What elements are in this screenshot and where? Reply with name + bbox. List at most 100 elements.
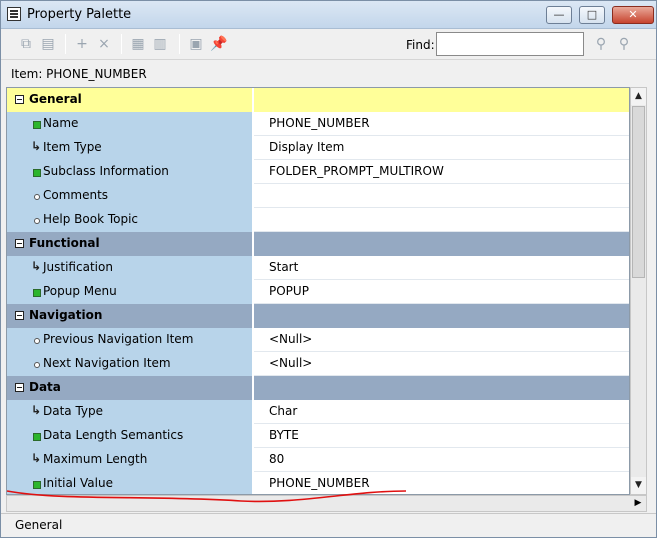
collapse-toggle-icon[interactable] [15, 383, 24, 392]
property-group-row[interactable]: Functional [7, 232, 629, 256]
union-icon[interactable]: ▦ [129, 36, 147, 52]
default-property-icon [31, 359, 41, 369]
changed-property-icon [31, 119, 41, 129]
group-name-cell[interactable]: Navigation [7, 304, 253, 328]
delete-property-icon[interactable]: × [95, 36, 113, 52]
property-value-cell[interactable] [254, 184, 629, 208]
scroll-up-arrow-icon[interactable]: ▲ [631, 88, 646, 105]
property-row[interactable]: Maximum Length 80 [7, 448, 629, 472]
property-name-cell[interactable]: Maximum Length [7, 448, 253, 472]
group-value-cell[interactable] [254, 376, 629, 400]
toolbar: ⧉ ▤ + × ▦ ▥ ▣ 📌 Find: ⚲ ⚲ [1, 29, 656, 60]
default-property-icon [31, 215, 41, 225]
toolbar-separator [65, 34, 66, 54]
property-value-cell[interactable]: FOLDER_PROMPT_MULTIROW [254, 160, 629, 184]
property-row[interactable]: Data Type Char [7, 400, 629, 424]
pin-icon[interactable]: 📌 [210, 36, 228, 52]
vertical-scrollbar[interactable]: ▲ ▼ [630, 87, 647, 495]
property-group-row[interactable]: General [7, 88, 629, 112]
search-forward-icon[interactable]: ⚲ [592, 36, 610, 52]
property-name-cell[interactable]: Previous Navigation Item [7, 328, 253, 352]
title-bar: Property Palette — □ ✕ [1, 1, 656, 29]
scroll-thumb[interactable] [632, 106, 645, 278]
group-name-cell[interactable]: General [7, 88, 253, 112]
find-input[interactable] [436, 32, 584, 56]
property-value-cell[interactable] [254, 208, 629, 232]
property-name-cell[interactable]: Next Navigation Item [7, 352, 253, 376]
intersection-icon[interactable]: ▥ [151, 36, 169, 52]
status-bar: General [1, 513, 656, 537]
property-row[interactable]: Name PHONE_NUMBER [7, 112, 629, 136]
property-name-cell[interactable]: Name [7, 112, 253, 136]
property-value-cell[interactable]: Start [254, 256, 629, 280]
scroll-down-arrow-icon[interactable]: ▼ [631, 477, 646, 494]
close-button[interactable]: ✕ [612, 6, 654, 24]
property-name-cell[interactable]: Justification [7, 256, 253, 280]
property-row[interactable]: Comments [7, 184, 629, 208]
group-value-cell[interactable] [254, 304, 629, 328]
property-row[interactable]: Justification Start [7, 256, 629, 280]
property-name-cell[interactable]: Subclass Information [7, 160, 253, 184]
window-title: Property Palette [27, 7, 132, 22]
property-row[interactable]: Help Book Topic [7, 208, 629, 232]
property-row[interactable]: Next Navigation Item <Null> [7, 352, 629, 376]
row-label: Name [43, 116, 79, 130]
group-value-cell[interactable] [254, 232, 629, 256]
collapse-toggle-icon[interactable] [15, 239, 24, 248]
find-label: Find: [406, 38, 435, 52]
property-group-row[interactable]: Navigation [7, 304, 629, 328]
property-name-cell[interactable]: Comments [7, 184, 253, 208]
property-value-cell[interactable]: Char [254, 400, 629, 424]
group-name-cell[interactable]: Data [7, 376, 253, 400]
changed-property-icon [31, 167, 41, 177]
property-row[interactable]: Data Length Semantics BYTE [7, 424, 629, 448]
property-row[interactable]: Popup Menu POPUP [7, 280, 629, 304]
property-name-cell[interactable]: Data Type [7, 400, 253, 424]
property-value-cell[interactable]: 80 [254, 448, 629, 472]
property-row[interactable]: Item Type Display Item [7, 136, 629, 160]
row-label: Subclass Information [43, 164, 169, 178]
search-backward-icon[interactable]: ⚲ [615, 36, 633, 52]
app-icon [7, 7, 21, 21]
property-row[interactable]: Initial Value PHONE_NUMBER [7, 472, 629, 494]
collapse-toggle-icon[interactable] [15, 95, 24, 104]
property-name-cell[interactable]: Popup Menu [7, 280, 253, 304]
inherited-property-icon [31, 405, 41, 417]
property-value-cell[interactable]: BYTE [254, 424, 629, 448]
row-label: Data [29, 380, 61, 394]
property-name-cell[interactable]: Help Book Topic [7, 208, 253, 232]
row-label: General [29, 92, 82, 106]
row-label: Next Navigation Item [43, 356, 171, 370]
property-name-cell[interactable]: Initial Value [7, 472, 253, 494]
property-group-row[interactable]: Data [7, 376, 629, 400]
horizontal-scrollbar[interactable]: ▶ [6, 495, 647, 512]
property-value-cell[interactable]: <Null> [254, 352, 629, 376]
property-name-cell[interactable]: Item Type [7, 136, 253, 160]
freeze-icon[interactable]: ▣ [187, 36, 205, 52]
property-row[interactable]: Previous Navigation Item <Null> [7, 328, 629, 352]
row-label: Item Type [43, 140, 102, 154]
property-name-cell[interactable]: Data Length Semantics [7, 424, 253, 448]
property-value-cell[interactable]: POPUP [254, 280, 629, 304]
scroll-right-arrow-icon[interactable]: ▶ [630, 496, 646, 511]
row-label: Data Type [43, 404, 104, 418]
row-label: Functional [29, 236, 100, 250]
paste-properties-icon[interactable]: ▤ [39, 36, 57, 52]
row-label: Previous Navigation Item [43, 332, 194, 346]
group-name-cell[interactable]: Functional [7, 232, 253, 256]
toolbar-separator [121, 34, 122, 54]
copy-properties-icon[interactable]: ⧉ [17, 36, 35, 52]
add-property-icon[interactable]: + [73, 36, 91, 52]
property-value-cell[interactable]: <Null> [254, 328, 629, 352]
row-label: Initial Value [43, 476, 113, 490]
status-text: General [15, 518, 63, 532]
property-value-cell[interactable]: PHONE_NUMBER [254, 472, 629, 494]
minimize-button[interactable]: — [546, 6, 572, 24]
collapse-toggle-icon[interactable] [15, 311, 24, 320]
property-row[interactable]: Subclass Information FOLDER_PROMPT_MULTIR… [7, 160, 629, 184]
property-value-cell[interactable]: PHONE_NUMBER [254, 112, 629, 136]
group-value-cell[interactable] [254, 88, 629, 112]
property-value-cell[interactable]: Display Item [254, 136, 629, 160]
maximize-button[interactable]: □ [579, 6, 605, 24]
changed-property-icon [31, 287, 41, 297]
